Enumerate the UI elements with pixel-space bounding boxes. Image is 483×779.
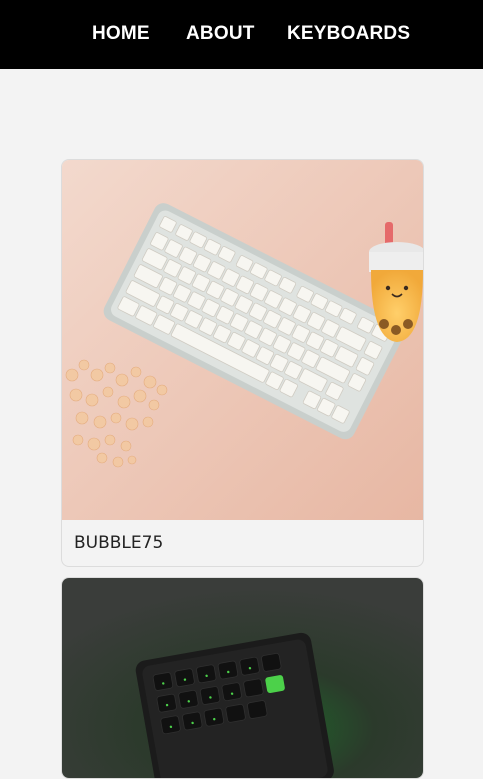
top-nav: HOME ABOUT KEYBOARDS [0,0,483,69]
product-card[interactable] [61,577,424,779]
nav-home[interactable]: HOME [92,23,150,45]
product-name: BUBBLE75 [74,533,164,553]
keyboard-photo [62,160,423,520]
nav-keyboards[interactable]: KEYBOARDS [287,23,410,45]
product-card[interactable]: BUBBLE75 [61,159,424,567]
keyboard-photo [62,578,423,778]
nav-about[interactable]: ABOUT [186,23,255,45]
